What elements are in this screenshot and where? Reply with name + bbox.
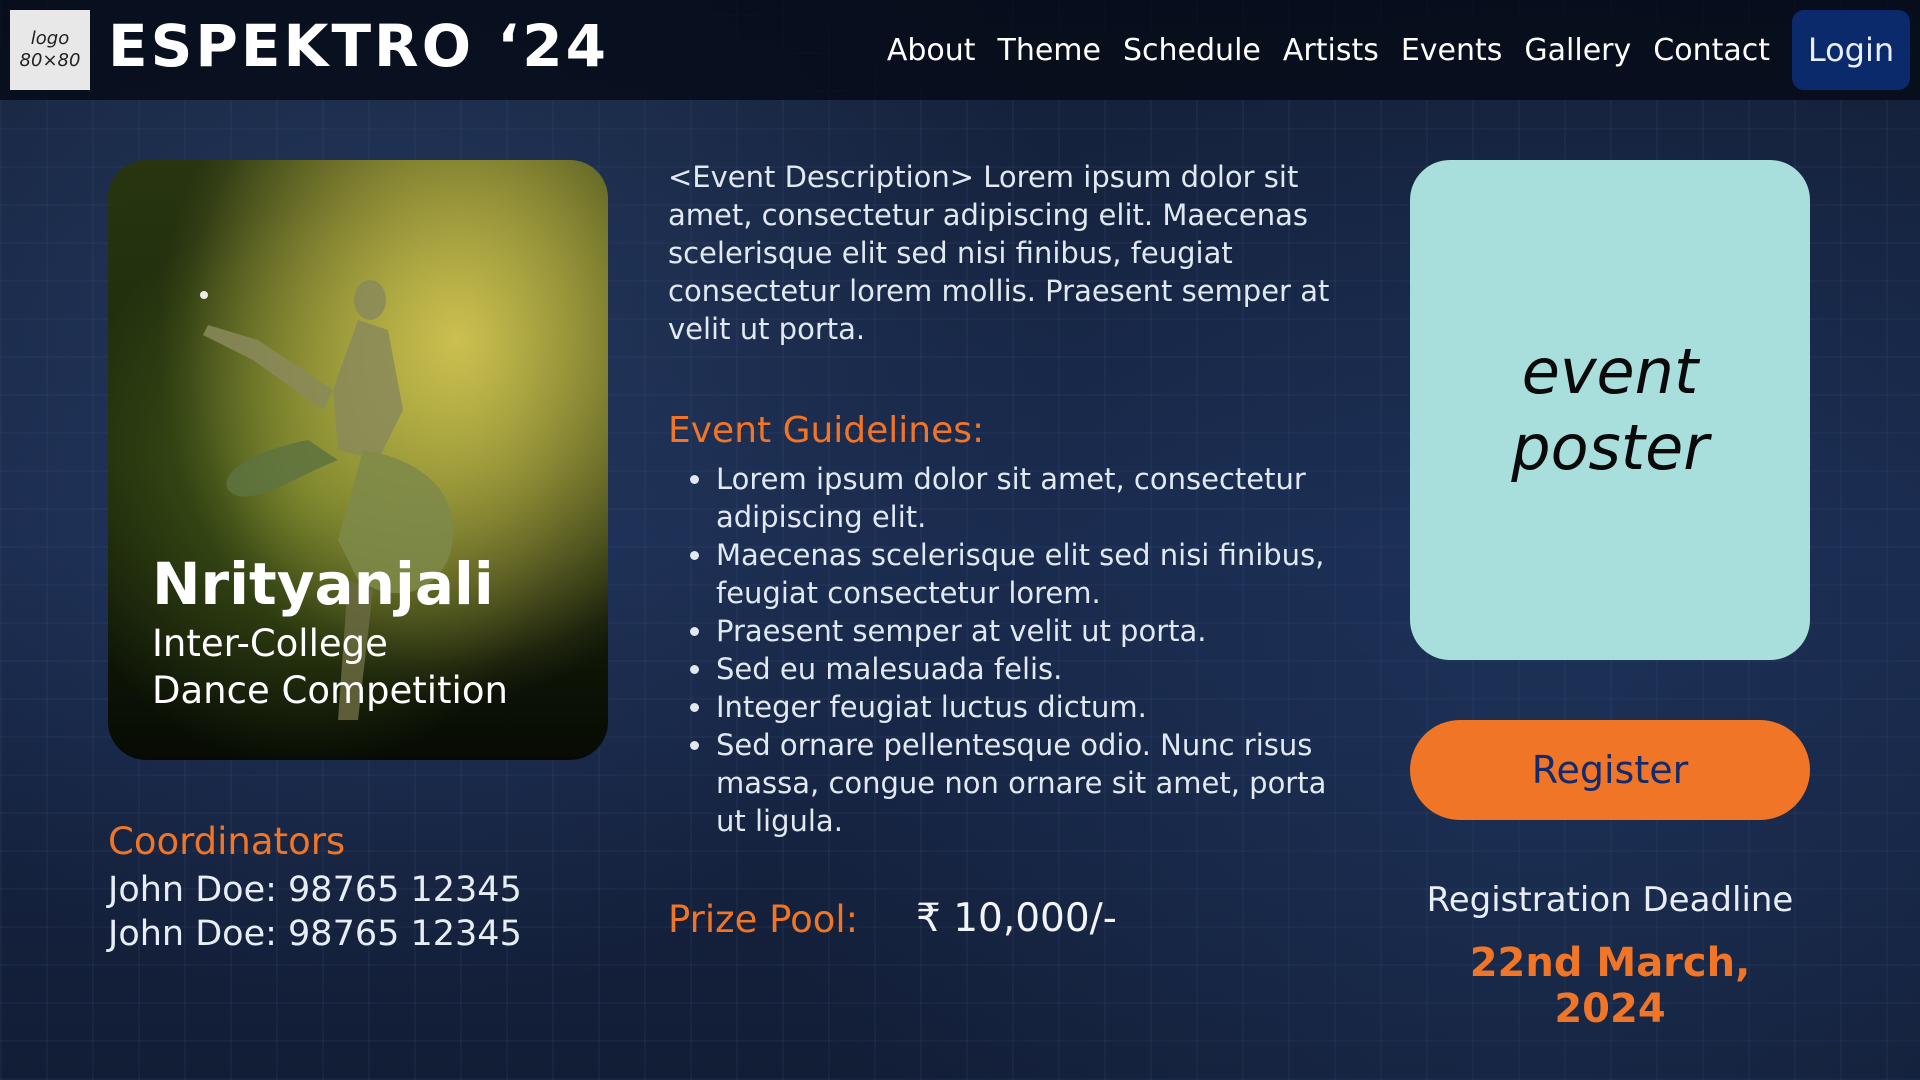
- nav-schedule-link[interactable]: Schedule: [1123, 33, 1261, 68]
- guideline-item: Praesent semper at velit ut porta.: [690, 612, 1350, 650]
- guideline-item: Integer feugiat luctus dictum.: [690, 688, 1350, 726]
- prize-pool-label: Prize Pool:: [668, 898, 859, 941]
- guidelines-list: Lorem ipsum dolor sit amet, consectetur …: [690, 460, 1350, 840]
- guideline-item: Maecenas scelerisque elit sed nisi finib…: [690, 536, 1350, 612]
- site-title[interactable]: ESPEKTRO ‘24: [108, 12, 609, 80]
- nav-contact-link[interactable]: Contact: [1653, 33, 1770, 68]
- coordinators-heading: Coordinators: [108, 820, 346, 863]
- event-poster-placeholder: event poster: [1410, 160, 1810, 660]
- registration-deadline-label: Registration Deadline: [1426, 880, 1794, 920]
- event-card: Nrityanjali Inter-College Dance Competit…: [108, 160, 608, 760]
- coordinator-item: John Doe: 98765 12345: [108, 870, 522, 910]
- nav-artists-link[interactable]: Artists: [1283, 33, 1379, 68]
- guideline-item: Sed eu malesuada felis.: [690, 650, 1350, 688]
- logo-placeholder[interactable]: logo 80×80: [10, 10, 90, 90]
- guideline-item: Sed ornare pellentesque odio. Nunc risus…: [690, 726, 1350, 840]
- event-subtitle-line1: Inter-College: [152, 622, 388, 665]
- prize-pool-value: ₹ 10,000/-: [916, 896, 1117, 941]
- coordinator-item: John Doe: 98765 12345: [108, 914, 522, 954]
- nav-about-link[interactable]: About: [887, 33, 976, 68]
- event-name: Nrityanjali: [152, 550, 494, 618]
- coordinators-list: John Doe: 98765 12345 John Doe: 98765 12…: [108, 868, 522, 956]
- register-button[interactable]: Register: [1410, 720, 1810, 820]
- login-button[interactable]: Login: [1792, 10, 1910, 90]
- nav-gallery-link[interactable]: Gallery: [1524, 33, 1631, 68]
- event-subtitle-line2: Dance Competition: [152, 669, 508, 713]
- nav-theme-link[interactable]: Theme: [998, 33, 1101, 68]
- event-subtitle: Inter-College Dance Competition: [152, 620, 508, 715]
- guideline-item: Lorem ipsum dolor sit amet, consectetur …: [690, 460, 1350, 536]
- main-nav: About Theme Schedule Artists Events Gall…: [865, 10, 1920, 90]
- nav-events-link[interactable]: Events: [1401, 33, 1503, 68]
- guidelines-heading: Event Guidelines:: [668, 410, 985, 451]
- site-header: logo 80×80 ESPEKTRO ‘24 About Theme Sche…: [0, 0, 1920, 100]
- registration-deadline-date: 22nd March, 2024: [1469, 940, 1751, 1032]
- event-description: <Event Description> Lorem ipsum dolor si…: [668, 160, 1330, 346]
